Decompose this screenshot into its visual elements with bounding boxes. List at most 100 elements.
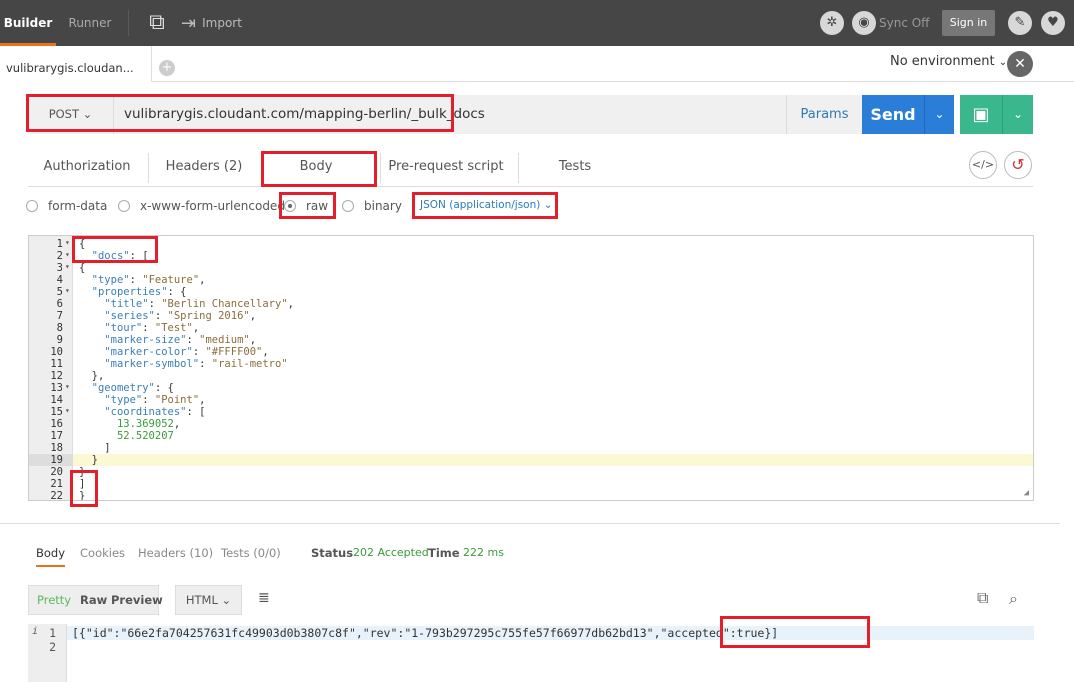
- search-icon[interactable]: ⌕: [1009, 589, 1018, 609]
- fold-arrow-icon[interactable]: ▾: [65, 382, 70, 391]
- response-json-line: [{"id":"66e2fa704257631fc49903d0b3807c8f…: [72, 626, 779, 640]
- send-dropdown[interactable]: ⌄: [924, 95, 954, 134]
- top-bar: Builder Runner ⧉ ⇥ Import ✲ ◉ Sync Off Si…: [0, 0, 1074, 46]
- environment-select[interactable]: No environment ⌄: [890, 54, 1007, 69]
- heart-icon[interactable]: ♥: [1041, 11, 1065, 35]
- editor-gutter: 1 ▾ 2 ▾ 3 ▾ 4 5 ▾ 6 7 8 9 10 11 12 13 ▾ 14 15 ▾ 16 17 18 19 20 21 2…: [29, 236, 73, 501]
- code-line: "marker-color": "#FFFF00",: [104, 346, 269, 358]
- save-button[interactable]: ▣: [960, 95, 1002, 134]
- wrap-lines-icon[interactable]: ≣: [258, 590, 270, 606]
- fold-arrow-icon[interactable]: ▾: [65, 250, 70, 259]
- tab-pre-request-script[interactable]: Pre-request script: [384, 149, 508, 187]
- code-line: "tour": "Test",: [104, 322, 200, 334]
- line-number: 17: [50, 430, 63, 442]
- request-tab[interactable]: vulibrarygis.cloudan...: [0, 46, 152, 82]
- format-raw-button[interactable]: Raw: [80, 586, 107, 614]
- tab-body[interactable]: Body: [260, 149, 372, 187]
- format-pretty-button[interactable]: Pretty: [37, 586, 71, 614]
- tab-divider: [518, 153, 519, 183]
- copy-icon[interactable]: ⧉: [977, 588, 988, 608]
- form-data-label: form-data: [48, 199, 108, 213]
- tab-headers[interactable]: Headers (2): [152, 149, 256, 187]
- binary-label: binary: [364, 199, 402, 213]
- urlencoded-option[interactable]: x-www-form-urlencoded: [118, 196, 285, 216]
- method-select[interactable]: POST ⌄: [28, 95, 114, 134]
- line-number: 16: [50, 418, 63, 430]
- line-number: 18: [50, 442, 63, 454]
- time-label: Time: [428, 546, 460, 560]
- url-input[interactable]: vulibrarygis.cloudant.com/mapping-berlin…: [124, 95, 644, 134]
- radio-icon: [26, 200, 38, 212]
- fold-arrow-icon[interactable]: ▾: [65, 262, 70, 271]
- line-number: 9: [56, 334, 63, 346]
- radio-selected-icon: [284, 200, 296, 212]
- request-tab-bar: vulibrarygis.cloudan... + No environment…: [0, 46, 1074, 82]
- code-line: ]: [79, 478, 86, 490]
- send-button[interactable]: Send: [862, 95, 924, 134]
- save-dropdown[interactable]: ⌄: [1002, 95, 1033, 134]
- language-label: HTML: [185, 593, 218, 607]
- format-toggle: Pretty Raw Preview: [28, 585, 163, 615]
- import-icon: ⇥: [181, 13, 197, 34]
- tab-tests[interactable]: Tests: [522, 149, 628, 187]
- request-body-editor[interactable]: 1 ▾ 2 ▾ 3 ▾ 4 5 ▾ 6 7 8 9 10 11 12 13 ▾ 14 15 ▾ 16 17 18 19 20 21 2…: [28, 235, 1034, 501]
- status-label: Status: [311, 546, 354, 560]
- url-bar: POST ⌄ vulibrarygis.cloudant.com/mapping…: [28, 95, 862, 134]
- format-preview-button[interactable]: Preview: [111, 586, 163, 614]
- code-line: }: [79, 454, 98, 466]
- response-tab-tests[interactable]: Tests (0/0): [221, 543, 281, 563]
- add-tab-icon[interactable]: +: [159, 60, 175, 76]
- tab-divider: [148, 153, 149, 183]
- line-number: 2: [56, 250, 63, 262]
- resize-handle-icon[interactable]: ◢: [1024, 488, 1029, 498]
- save-icon: ▣: [972, 104, 990, 125]
- content-type-select[interactable]: JSON (application/json) ⌄: [420, 199, 553, 211]
- form-data-option[interactable]: form-data: [26, 196, 107, 216]
- line-number: 12: [50, 370, 63, 382]
- raw-option[interactable]: raw: [284, 196, 328, 216]
- import-label: Import: [202, 16, 242, 30]
- code-line: "title": "Berlin Chancellary",: [104, 298, 294, 310]
- response-tab-body[interactable]: Body: [36, 543, 66, 567]
- line-number: 21: [50, 478, 63, 490]
- request-subtabs: Authorization Headers (2) Body Pre-reque…: [28, 149, 1033, 187]
- code-line: 52.520207: [116, 430, 174, 442]
- line-number: 11: [50, 358, 63, 370]
- language-select[interactable]: HTML ⌄: [175, 585, 242, 615]
- response-tab-headers[interactable]: Headers (10): [138, 543, 213, 563]
- response-tab-cookies[interactable]: Cookies: [80, 543, 125, 563]
- code-line: "marker-size": "medium",: [104, 334, 257, 346]
- chevron-down-icon: ⌄: [221, 593, 232, 607]
- code-line: ]: [79, 442, 111, 454]
- import-button[interactable]: ⇥ Import: [181, 0, 251, 46]
- section-divider: [0, 523, 1060, 524]
- code-line: {: [79, 262, 86, 274]
- environment-quick-look-icon[interactable]: ✕: [1007, 51, 1033, 77]
- reset-icon[interactable]: ↺: [1004, 151, 1032, 179]
- fold-arrow-icon[interactable]: ▾: [65, 238, 70, 247]
- interceptor-icon[interactable]: ✲: [820, 11, 844, 35]
- sync-icon[interactable]: ◉: [852, 11, 876, 35]
- radio-icon: [118, 200, 130, 212]
- code-line: "coordinates": [: [104, 406, 206, 418]
- settings-wrench-icon[interactable]: ✎: [1008, 11, 1032, 35]
- tab-authorization[interactable]: Authorization: [28, 149, 146, 187]
- sign-in-button[interactable]: Sign in: [942, 10, 995, 36]
- fold-arrow-icon[interactable]: ▾: [65, 286, 70, 295]
- urlencoded-label: x-www-form-urlencoded: [140, 199, 285, 213]
- fold-arrow-icon[interactable]: ▾: [65, 406, 70, 415]
- params-button[interactable]: Params: [786, 95, 862, 134]
- chevron-down-icon: ⌄: [934, 107, 945, 121]
- binary-option[interactable]: binary: [342, 196, 402, 216]
- chevron-down-icon: ⌄: [543, 199, 553, 211]
- line-number: 8: [56, 322, 63, 334]
- line-number: 20: [50, 466, 63, 478]
- line-number: 22: [50, 490, 63, 501]
- new-window-icon[interactable]: ⧉: [142, 0, 172, 46]
- builder-tab[interactable]: Builder: [0, 0, 56, 46]
- response-body[interactable]: i 1 2 [{"id":"66e2fa704257631fc49903d0b3…: [28, 624, 1034, 682]
- runner-tab[interactable]: Runner: [60, 0, 120, 46]
- code-line: "docs": [: [91, 250, 149, 262]
- line-number: 4: [56, 274, 63, 286]
- generate-code-icon[interactable]: </>: [969, 151, 997, 179]
